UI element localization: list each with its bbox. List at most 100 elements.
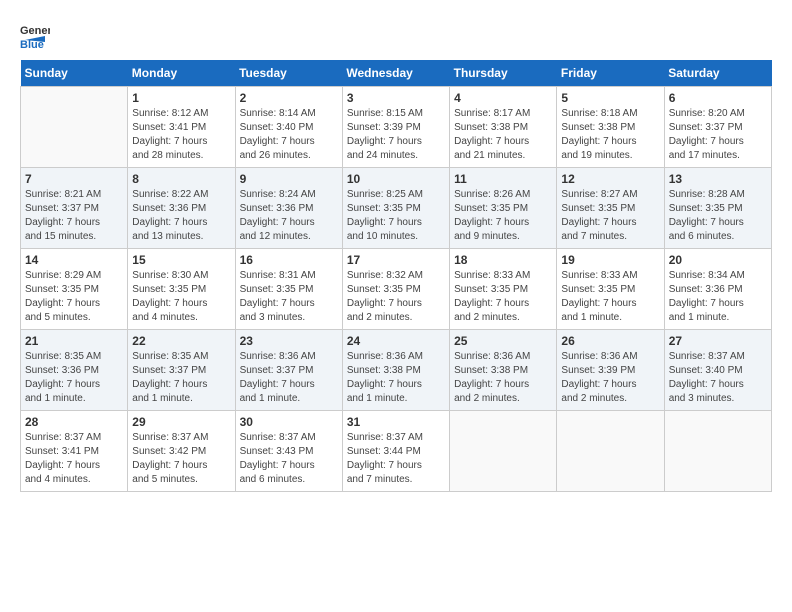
- day-content: Sunrise: 8:37 AM Sunset: 3:42 PM Dayligh…: [132, 431, 230, 487]
- day-number: 26: [561, 334, 659, 348]
- day-number: 6: [669, 91, 767, 105]
- calendar-cell: 6 Sunrise: 8:20 AM Sunset: 3:37 PM Daylig…: [664, 87, 771, 168]
- calendar-cell: 17 Sunrise: 8:32 AM Sunset: 3:35 PM Dayli…: [342, 249, 449, 330]
- calendar-cell: 1Sunrise: 8:12 AM Sunset: 3:41 PM Daylig…: [128, 87, 235, 168]
- calendar-cell: 5 Sunrise: 8:18 AM Sunset: 3:38 PM Daylig…: [557, 87, 664, 168]
- day-content: Sunrise: 8:25 AM Sunset: 3:35 PM Dayligh…: [347, 188, 445, 244]
- calendar-body: 1Sunrise: 8:12 AM Sunset: 3:41 PM Daylig…: [21, 87, 772, 492]
- day-number: 11: [454, 172, 552, 186]
- day-content: Sunrise: 8:37 AM Sunset: 3:43 PM Dayligh…: [240, 431, 338, 487]
- day-number: 10: [347, 172, 445, 186]
- calendar-cell: 7 Sunrise: 8:21 AM Sunset: 3:37 PM Daylig…: [21, 168, 128, 249]
- calendar-cell: [21, 87, 128, 168]
- calendar-cell: 3Sunrise: 8:15 AM Sunset: 3:39 PM Daylig…: [342, 87, 449, 168]
- day-content: Sunrise: 8:17 AM Sunset: 3:38 PM Dayligh…: [454, 107, 552, 163]
- header-day-sunday: Sunday: [21, 60, 128, 87]
- header-day-saturday: Saturday: [664, 60, 771, 87]
- page-header: General Blue: [20, 20, 772, 50]
- day-content: Sunrise: 8:24 AM Sunset: 3:36 PM Dayligh…: [240, 188, 338, 244]
- calendar-cell: 8 Sunrise: 8:22 AM Sunset: 3:36 PM Daylig…: [128, 168, 235, 249]
- day-content: Sunrise: 8:35 AM Sunset: 3:37 PM Dayligh…: [132, 350, 230, 406]
- week-row-5: 28 Sunrise: 8:37 AM Sunset: 3:41 PM Dayli…: [21, 411, 772, 492]
- day-content: Sunrise: 8:12 AM Sunset: 3:41 PM Dayligh…: [132, 107, 230, 163]
- day-number: 2: [240, 91, 338, 105]
- day-content: Sunrise: 8:37 AM Sunset: 3:40 PM Dayligh…: [669, 350, 767, 406]
- calendar-cell: [557, 411, 664, 492]
- day-number: 24: [347, 334, 445, 348]
- day-number: 20: [669, 253, 767, 267]
- day-number: 9: [240, 172, 338, 186]
- header-day-thursday: Thursday: [450, 60, 557, 87]
- day-content: Sunrise: 8:36 AM Sunset: 3:38 PM Dayligh…: [454, 350, 552, 406]
- day-content: Sunrise: 8:36 AM Sunset: 3:37 PM Dayligh…: [240, 350, 338, 406]
- day-content: Sunrise: 8:29 AM Sunset: 3:35 PM Dayligh…: [25, 269, 123, 325]
- day-content: Sunrise: 8:26 AM Sunset: 3:35 PM Dayligh…: [454, 188, 552, 244]
- day-number: 27: [669, 334, 767, 348]
- calendar-cell: 21 Sunrise: 8:35 AM Sunset: 3:36 PM Dayli…: [21, 330, 128, 411]
- day-number: 21: [25, 334, 123, 348]
- day-number: 12: [561, 172, 659, 186]
- day-number: 8: [132, 172, 230, 186]
- calendar-cell: 15 Sunrise: 8:30 AM Sunset: 3:35 PM Dayli…: [128, 249, 235, 330]
- header-row: SundayMondayTuesdayWednesdayThursdayFrid…: [21, 60, 772, 87]
- calendar-cell: 18Sunrise: 8:33 AM Sunset: 3:35 PM Dayli…: [450, 249, 557, 330]
- day-content: Sunrise: 8:36 AM Sunset: 3:38 PM Dayligh…: [347, 350, 445, 406]
- calendar-cell: 23 Sunrise: 8:36 AM Sunset: 3:37 PM Dayli…: [235, 330, 342, 411]
- calendar-cell: 22 Sunrise: 8:35 AM Sunset: 3:37 PM Dayli…: [128, 330, 235, 411]
- day-content: Sunrise: 8:37 AM Sunset: 3:41 PM Dayligh…: [25, 431, 123, 487]
- week-row-3: 14 Sunrise: 8:29 AM Sunset: 3:35 PM Dayli…: [21, 249, 772, 330]
- day-content: Sunrise: 8:27 AM Sunset: 3:35 PM Dayligh…: [561, 188, 659, 244]
- calendar-cell: 29 Sunrise: 8:37 AM Sunset: 3:42 PM Dayli…: [128, 411, 235, 492]
- week-row-1: 1Sunrise: 8:12 AM Sunset: 3:41 PM Daylig…: [21, 87, 772, 168]
- day-number: 17: [347, 253, 445, 267]
- calendar-cell: 30 Sunrise: 8:37 AM Sunset: 3:43 PM Dayli…: [235, 411, 342, 492]
- day-number: 23: [240, 334, 338, 348]
- calendar-cell: 26 Sunrise: 8:36 AM Sunset: 3:39 PM Dayli…: [557, 330, 664, 411]
- day-number: 14: [25, 253, 123, 267]
- day-content: Sunrise: 8:21 AM Sunset: 3:37 PM Dayligh…: [25, 188, 123, 244]
- day-content: Sunrise: 8:36 AM Sunset: 3:39 PM Dayligh…: [561, 350, 659, 406]
- day-content: Sunrise: 8:14 AM Sunset: 3:40 PM Dayligh…: [240, 107, 338, 163]
- day-content: Sunrise: 8:28 AM Sunset: 3:35 PM Dayligh…: [669, 188, 767, 244]
- day-number: 22: [132, 334, 230, 348]
- day-number: 5: [561, 91, 659, 105]
- svg-text:General: General: [20, 25, 50, 37]
- day-number: 19: [561, 253, 659, 267]
- header-day-monday: Monday: [128, 60, 235, 87]
- day-content: Sunrise: 8:20 AM Sunset: 3:37 PM Dayligh…: [669, 107, 767, 163]
- header-day-friday: Friday: [557, 60, 664, 87]
- week-row-4: 21 Sunrise: 8:35 AM Sunset: 3:36 PM Dayli…: [21, 330, 772, 411]
- day-number: 13: [669, 172, 767, 186]
- day-content: Sunrise: 8:31 AM Sunset: 3:35 PM Dayligh…: [240, 269, 338, 325]
- header-day-wednesday: Wednesday: [342, 60, 449, 87]
- day-content: Sunrise: 8:30 AM Sunset: 3:35 PM Dayligh…: [132, 269, 230, 325]
- calendar-cell: 9 Sunrise: 8:24 AM Sunset: 3:36 PM Daylig…: [235, 168, 342, 249]
- svg-text:Blue: Blue: [20, 39, 44, 50]
- day-number: 29: [132, 415, 230, 429]
- calendar-cell: 12 Sunrise: 8:27 AM Sunset: 3:35 PM Dayli…: [557, 168, 664, 249]
- day-number: 7: [25, 172, 123, 186]
- day-number: 28: [25, 415, 123, 429]
- day-content: Sunrise: 8:35 AM Sunset: 3:36 PM Dayligh…: [25, 350, 123, 406]
- calendar-table: SundayMondayTuesdayWednesdayThursdayFrid…: [20, 60, 772, 492]
- calendar-cell: 4 Sunrise: 8:17 AM Sunset: 3:38 PM Daylig…: [450, 87, 557, 168]
- calendar-cell: 25 Sunrise: 8:36 AM Sunset: 3:38 PM Dayli…: [450, 330, 557, 411]
- day-content: Sunrise: 8:18 AM Sunset: 3:38 PM Dayligh…: [561, 107, 659, 163]
- calendar-cell: 11 Sunrise: 8:26 AM Sunset: 3:35 PM Dayli…: [450, 168, 557, 249]
- day-number: 25: [454, 334, 552, 348]
- day-content: Sunrise: 8:33 AM Sunset: 3:35 PM Dayligh…: [454, 269, 552, 325]
- calendar-cell: 10 Sunrise: 8:25 AM Sunset: 3:35 PM Dayli…: [342, 168, 449, 249]
- day-content: Sunrise: 8:34 AM Sunset: 3:36 PM Dayligh…: [669, 269, 767, 325]
- calendar-cell: 28 Sunrise: 8:37 AM Sunset: 3:41 PM Dayli…: [21, 411, 128, 492]
- day-content: Sunrise: 8:32 AM Sunset: 3:35 PM Dayligh…: [347, 269, 445, 325]
- day-number: 4: [454, 91, 552, 105]
- day-number: 30: [240, 415, 338, 429]
- day-content: Sunrise: 8:22 AM Sunset: 3:36 PM Dayligh…: [132, 188, 230, 244]
- calendar-cell: 20 Sunrise: 8:34 AM Sunset: 3:36 PM Dayli…: [664, 249, 771, 330]
- day-number: 15: [132, 253, 230, 267]
- week-row-2: 7 Sunrise: 8:21 AM Sunset: 3:37 PM Daylig…: [21, 168, 772, 249]
- header-day-tuesday: Tuesday: [235, 60, 342, 87]
- day-number: 3: [347, 91, 445, 105]
- logo: General Blue: [20, 20, 54, 50]
- day-number: 16: [240, 253, 338, 267]
